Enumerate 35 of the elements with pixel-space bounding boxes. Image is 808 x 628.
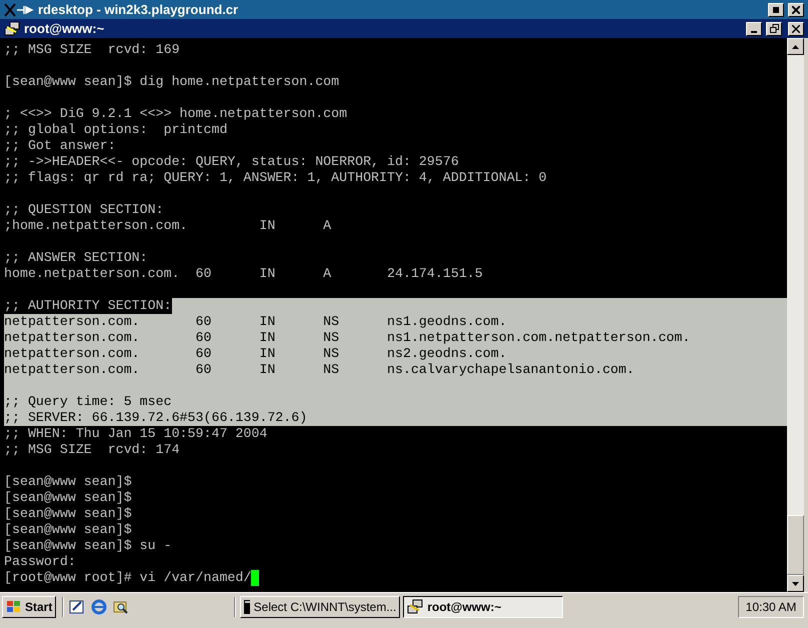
terminal-line: netpatterson.com. 60 IN NS ns1.netpatterson.com.netpatterson.com. [4,330,690,346]
scrollbar[interactable] [787,38,804,592]
console-icon [244,600,250,614]
terminal-line: netpatterson.com. 60 IN NS ns1.geodns.com. [4,314,507,330]
square-icon [773,6,779,12]
window-title: root@www:~ [24,20,104,38]
computers-icon [407,598,424,614]
text-cursor [251,570,260,586]
taskbar-button[interactable]: root@www:~ [403,596,564,618]
window-title: rdesktop - win2k3.playground.cr [38,0,238,19]
scroll-down-button[interactable] [787,575,804,592]
clock: 10:30 AM [746,598,796,616]
restore-button[interactable] [766,22,782,36]
close-button[interactable] [788,22,804,36]
minimize-icon [751,30,757,32]
terminal-line: ;; Query time: 5 msec [4,394,172,410]
terminal-line: netpatterson.com. 60 IN NS ns2.geodns.com. [4,346,507,362]
scroll-up-button[interactable] [787,38,804,55]
scroll-thumb[interactable] [787,515,804,575]
close-icon [792,24,800,32]
start-button[interactable]: Start [2,596,56,618]
terminal-line: netpatterson.com. 60 IN NS ns.calvarychapelsanantonio.com. [4,362,634,378]
restore-button[interactable] [768,2,784,16]
restore-icon [770,24,778,33]
terminal-line: ;; SERVER: 66.139.72.6#53(66.139.72.6) [4,410,308,426]
desktop-icon[interactable] [68,598,86,616]
x-logo-icon [4,2,34,16]
windows-logo-icon [6,600,22,614]
up-arrow-icon [792,44,799,48]
taskbar-button[interactable]: Select C:\WINNT\system... [240,596,400,618]
minimize-button[interactable] [746,22,762,36]
down-arrow-icon [792,582,799,586]
close-icon [792,6,800,14]
computers-icon [4,20,20,36]
close-button[interactable] [788,2,804,16]
